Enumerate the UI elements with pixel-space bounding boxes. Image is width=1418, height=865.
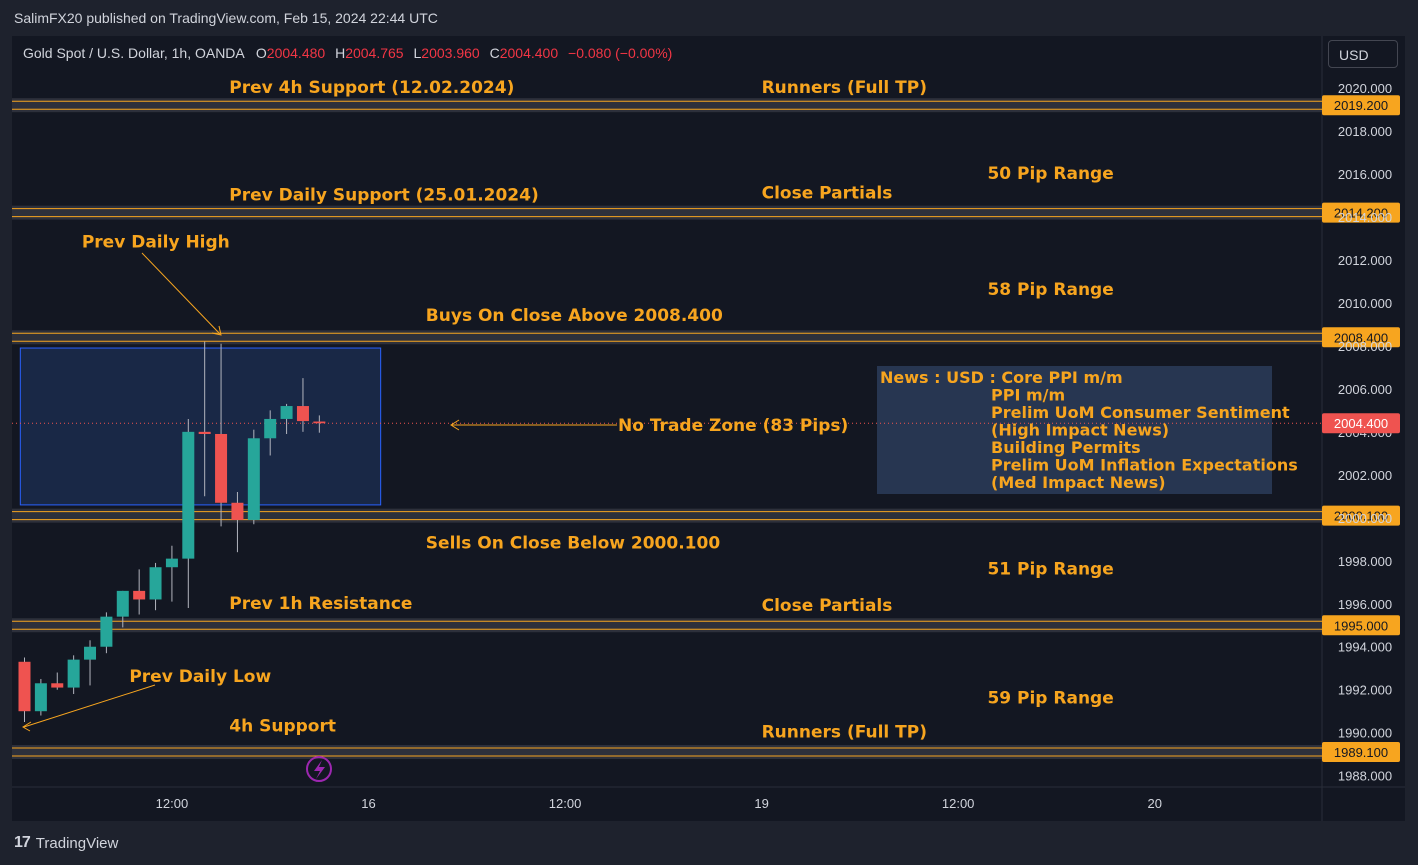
level-band[interactable] (12, 745, 1322, 760)
y-tick-label: 1996.000 (1338, 597, 1392, 612)
candle-body[interactable] (165, 558, 178, 568)
close-label: C (489, 45, 500, 61)
y-tick-label: 2012.000 (1338, 253, 1392, 268)
x-tick-label: 12:00 (942, 796, 975, 811)
ohlc-legend: Gold Spot / U.S. Dollar, 1h, OANDA O2004… (23, 45, 672, 61)
news-line: Prelim UoM Inflation Expectations (991, 456, 1298, 475)
y-tick-label: 2014.000 (1338, 210, 1392, 225)
x-tick-label: 12:00 (549, 796, 582, 811)
x-tick-label: 16 (361, 796, 375, 811)
chart-annotation[interactable]: Prev Daily Low (129, 667, 271, 687)
candle-body[interactable] (264, 418, 277, 439)
news-line: Prelim UoM Consumer Sentiment (991, 403, 1290, 422)
chart-annotation[interactable]: Prev Daily Support (25.01.2024) (229, 185, 539, 205)
candle-body[interactable] (247, 438, 260, 520)
chart-annotation[interactable]: Close Partials (762, 596, 893, 616)
candle-body[interactable] (100, 616, 113, 647)
candle-body[interactable] (182, 431, 195, 559)
x-tick-label: 20 (1147, 796, 1161, 811)
tradingview-logo-icon[interactable]: 17 (14, 834, 31, 852)
no-trade-zone-box[interactable] (19, 347, 382, 506)
chart-annotation[interactable]: Runners (Full TP) (762, 723, 927, 743)
y-tick-label: 2002.000 (1338, 468, 1392, 483)
y-tick-label: 1998.000 (1338, 554, 1392, 569)
candle-body[interactable] (313, 421, 326, 424)
prev-daily-high-arrow (141, 252, 221, 335)
chart-annotation[interactable]: Close Partials (762, 183, 893, 203)
candle-body[interactable] (280, 406, 293, 419)
news-line: (High Impact News) (991, 421, 1169, 440)
open-label: O (255, 45, 267, 61)
lightning-bolt-icon (314, 760, 325, 779)
high-label: H (335, 45, 346, 61)
chart-annotation[interactable]: 51 Pip Range (987, 559, 1113, 579)
candle-body[interactable] (149, 567, 162, 600)
y-tick-label: 2020.000 (1338, 81, 1392, 96)
chart-annotation[interactable]: 4h Support (229, 716, 336, 736)
footer: 17 TradingView (14, 834, 118, 852)
level-band[interactable] (12, 618, 1322, 633)
y-tick-label: 1990.000 (1338, 726, 1392, 741)
level-band[interactable] (12, 508, 1322, 523)
news-line: (Med Impact News) (991, 473, 1166, 492)
chart-annotation[interactable]: 50 Pip Range (987, 164, 1113, 184)
news-line: Building Permits (991, 438, 1141, 457)
candle-body[interactable] (67, 659, 80, 688)
y-tick-label: 2010.000 (1338, 296, 1392, 311)
x-tick-label: 19 (754, 796, 768, 811)
chart-annotation[interactable]: Runners (Full TP) (762, 78, 927, 98)
news-line: News : USD : Core PPI m/m (880, 368, 1123, 387)
candle-body[interactable] (198, 431, 211, 434)
candle-body[interactable] (231, 502, 244, 520)
symbol-label[interactable]: Gold Spot / U.S. Dollar, 1h, OANDA (23, 45, 244, 61)
y-tick-label: 2006.000 (1338, 382, 1392, 397)
y-tick-label: 2016.000 (1338, 167, 1392, 182)
no-trade-zone-label: No Trade Zone (83 Pips) (618, 416, 848, 436)
currency-button[interactable]: USD (1328, 40, 1398, 68)
brand-label[interactable]: TradingView (36, 835, 119, 852)
candle-body[interactable] (116, 590, 129, 617)
y-tick-label: 2018.000 (1338, 124, 1392, 139)
y-tick-label: 2008.000 (1338, 339, 1392, 354)
candle-body[interactable] (215, 433, 228, 503)
chart-annotation[interactable]: Prev Daily High (82, 233, 230, 253)
level-band[interactable] (12, 205, 1322, 220)
candle-body[interactable] (296, 406, 309, 422)
x-tick-label: 12:00 (156, 796, 189, 811)
chart-annotation[interactable]: Buys On Close Above 2008.400 (426, 306, 723, 326)
chart-annotation[interactable]: 58 Pip Range (987, 280, 1113, 300)
chart-annotation[interactable]: Prev 4h Support (12.02.2024) (229, 78, 514, 98)
low-value: 2003.960 (421, 45, 480, 61)
y-tick-label: 1992.000 (1338, 683, 1392, 698)
y-tick-label: 2000.000 (1338, 511, 1392, 526)
candle-body[interactable] (84, 646, 97, 660)
candle-body[interactable] (18, 661, 31, 712)
close-value: 2004.400 (499, 45, 559, 61)
level-price-label: 1995.000 (1334, 618, 1388, 633)
level-price-label: 2019.200 (1334, 98, 1388, 113)
level-band[interactable] (12, 98, 1322, 113)
candle-body[interactable] (34, 683, 47, 712)
high-value: 2004.765 (345, 45, 404, 61)
level-price-label: 1989.100 (1334, 745, 1388, 760)
chart-annotation[interactable]: Prev 1h Resistance (229, 594, 412, 614)
y-tick-label: 1994.000 (1338, 640, 1392, 655)
level-band[interactable] (12, 330, 1322, 345)
y-tick-label: 1988.000 (1338, 769, 1392, 784)
current-price-label: 2004.400 (1334, 416, 1388, 431)
change-value: −0.080 (−0.00%) (568, 45, 673, 61)
candle-body[interactable] (51, 683, 64, 688)
candle-body[interactable] (133, 590, 146, 600)
chart-annotation[interactable]: 59 Pip Range (987, 688, 1113, 708)
news-line: PPI m/m (991, 386, 1065, 405)
chart-annotation[interactable]: Sells On Close Below 2000.100 (426, 534, 721, 554)
price-chart[interactable]: 2019.2002014.2002008.4002000.1001995.000… (0, 0, 1418, 865)
open-value: 2004.480 (266, 45, 326, 61)
